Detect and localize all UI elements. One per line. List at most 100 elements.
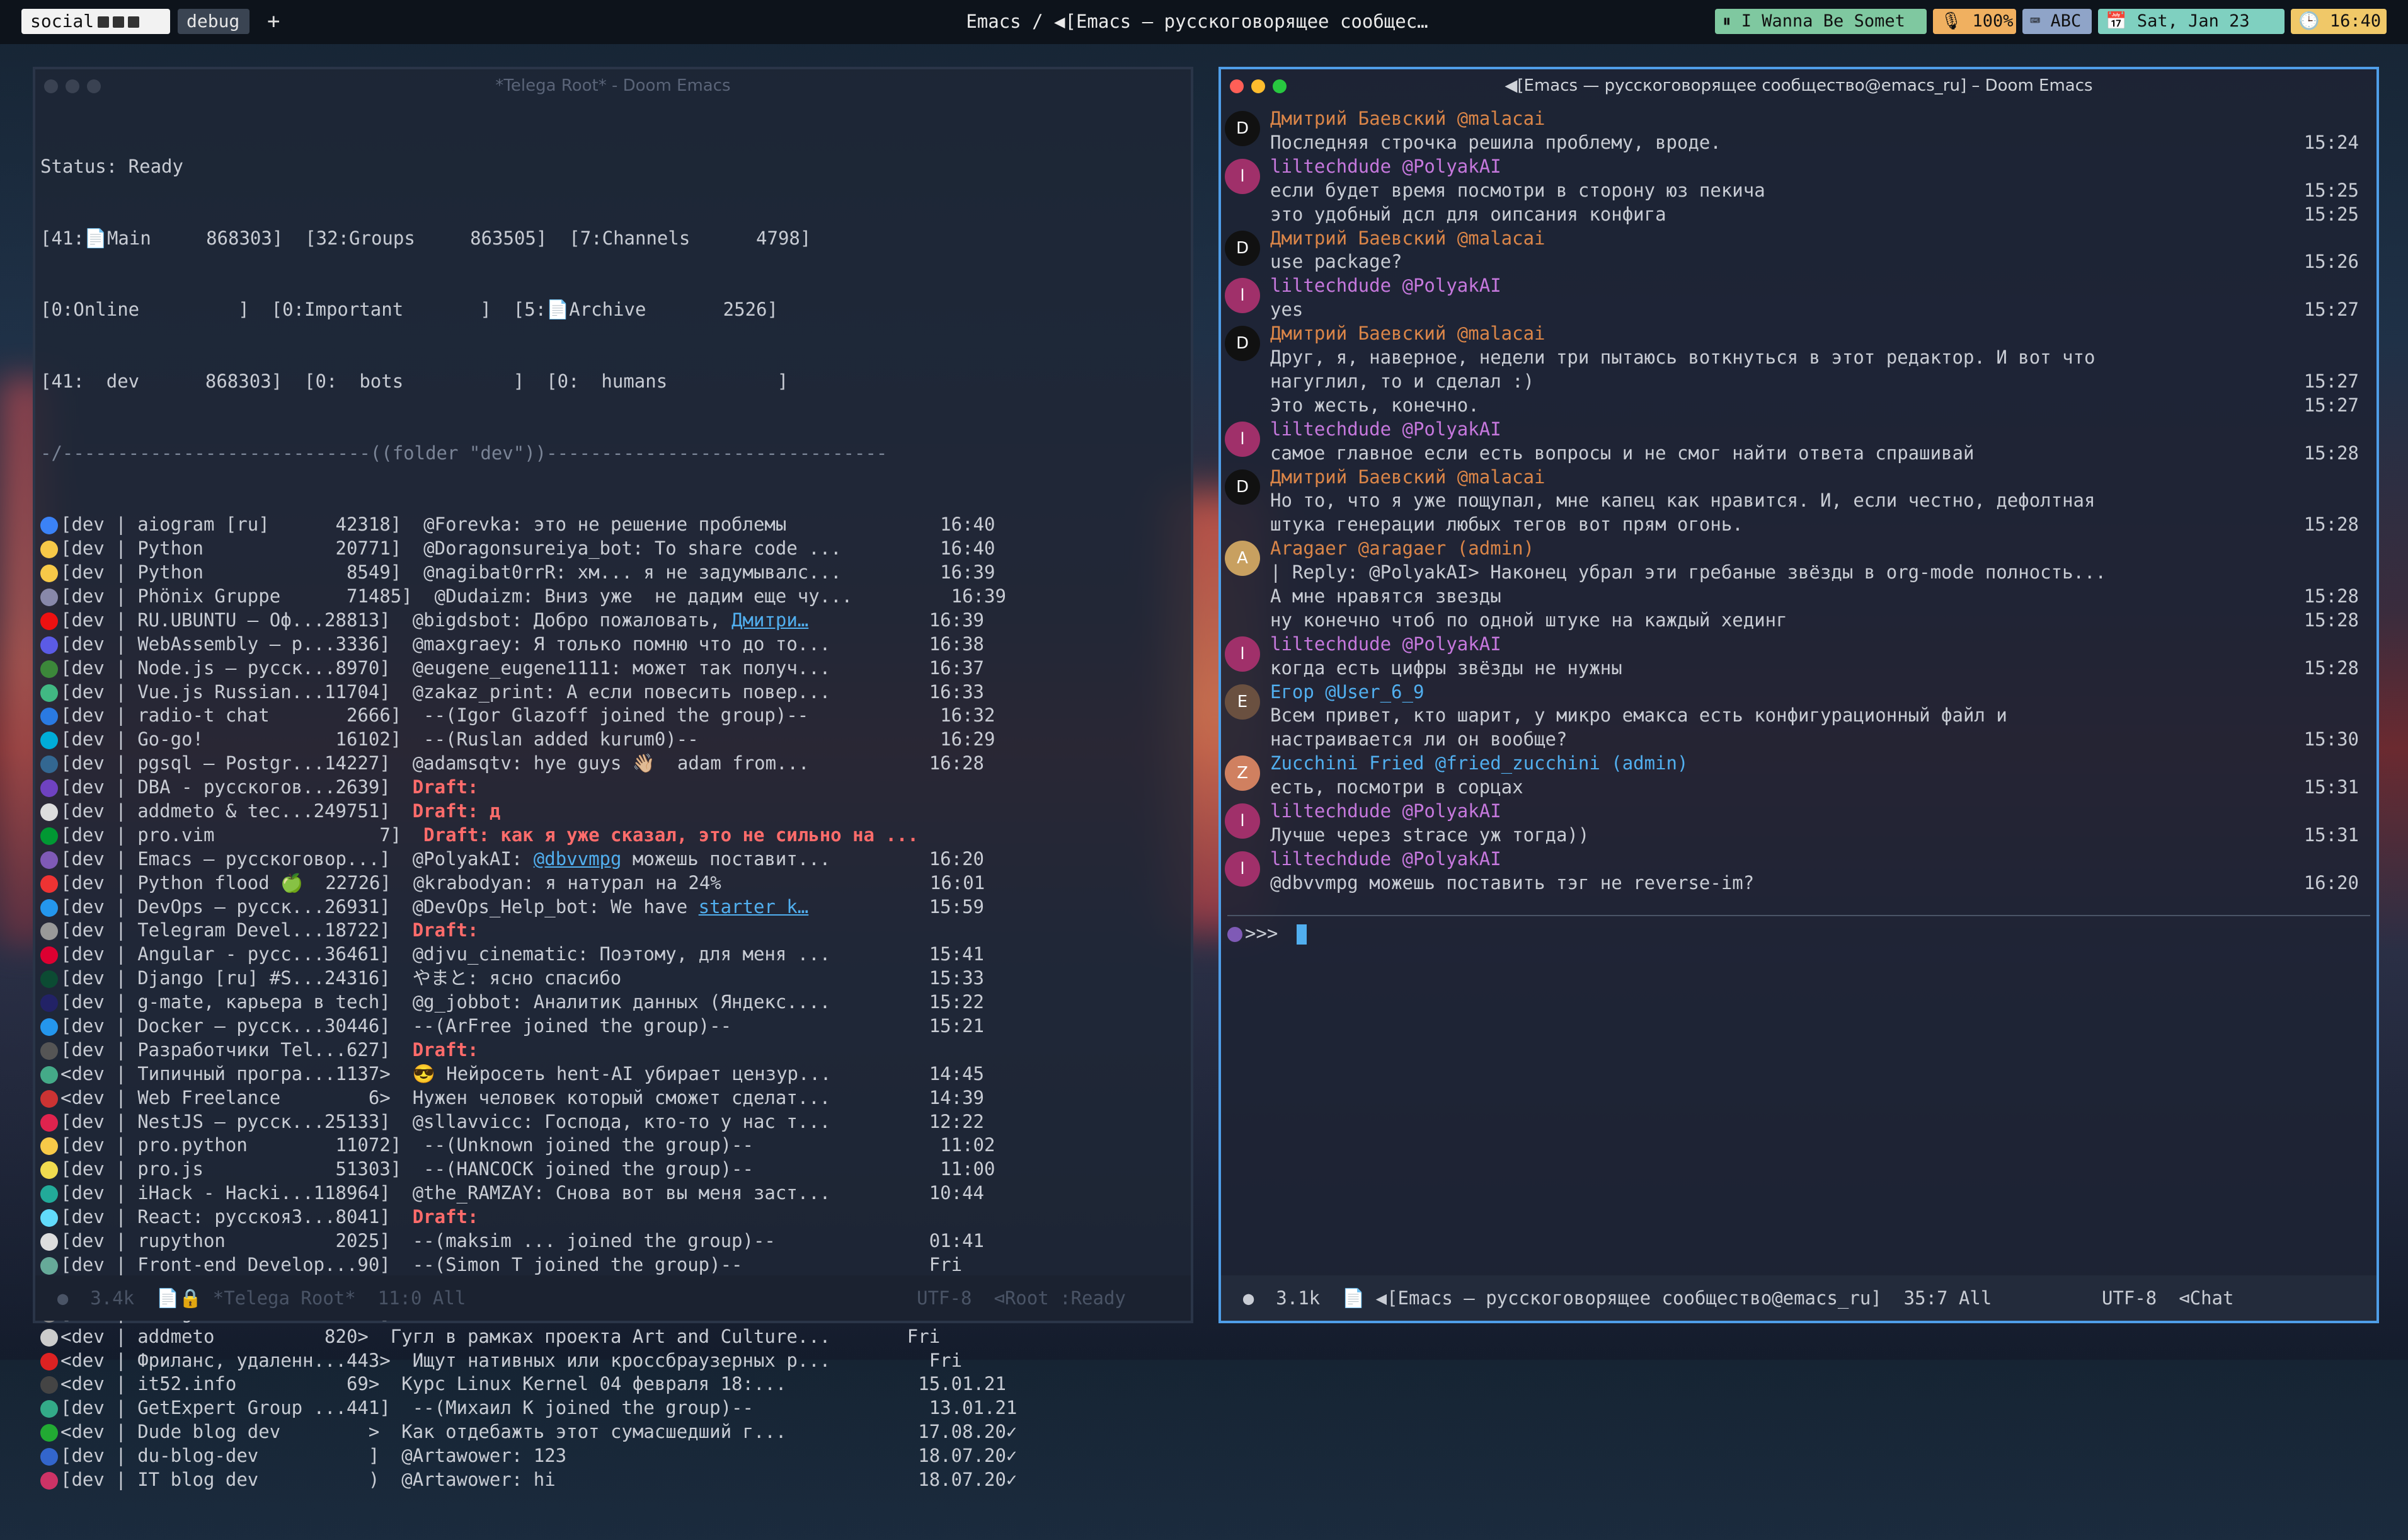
sender-name[interactable]: liltechdude @PolyakAI bbox=[1270, 800, 2365, 824]
chat-list-item[interactable]: [dev | addmeto & tec...249751] Draft: д bbox=[40, 800, 1186, 824]
sender-name[interactable]: liltechdude @PolyakAI bbox=[1270, 155, 2365, 179]
chat-list-item[interactable]: [dev | Python 20771] @Doragonsureiya_bot… bbox=[40, 537, 1186, 561]
chat-list-item[interactable]: [dev | DevOps — русск...26931] @DevOps_H… bbox=[40, 895, 1186, 919]
chat-message[interactable]: E Егор @User_6_9 Всем привет, кто шарит, у… bbox=[1221, 681, 2376, 752]
maximize-button[interactable] bbox=[1273, 79, 1287, 93]
chat-list-item[interactable]: [dev | Django [ru] #S...24316] やまと: ясно… bbox=[40, 967, 1186, 991]
chat-list-item[interactable]: <dev | Фриланс, удаленн...443> Ищут нати… bbox=[40, 1349, 1186, 1373]
chat-message[interactable]: l liltechdude @PolyakAI Лучше через strace… bbox=[1221, 800, 2376, 848]
close-button[interactable] bbox=[1230, 79, 1244, 93]
sender-name[interactable]: Дмитрий Баевский @malacai bbox=[1270, 227, 2365, 251]
minimize-button[interactable] bbox=[66, 79, 79, 93]
chat-list-item[interactable]: [dev | Phönix Gruppe 71485] @Dudaizm: Вн… bbox=[40, 585, 1186, 609]
chat-list-item[interactable]: [dev | Node.js — русск...8970] @eugene_e… bbox=[40, 657, 1186, 681]
message-link[interactable]: starter k… bbox=[699, 896, 809, 917]
sender-avatar[interactable]: A bbox=[1225, 541, 1260, 577]
message-link[interactable]: Дмитри… bbox=[731, 609, 808, 631]
minimize-button[interactable] bbox=[1251, 79, 1265, 93]
sender-name[interactable]: liltechdude @PolyakAI bbox=[1270, 274, 2365, 298]
close-button[interactable] bbox=[44, 79, 58, 93]
sender-name[interactable]: Aragaer @aragaer (admin) bbox=[1270, 537, 2365, 561]
sender-avatar[interactable]: D bbox=[1225, 230, 1260, 266]
sender-name[interactable]: Егор @User_6_9 bbox=[1270, 681, 2365, 704]
sender-avatar[interactable]: Z bbox=[1225, 756, 1260, 791]
sender-avatar[interactable]: D bbox=[1225, 326, 1260, 362]
chat-message[interactable]: D Дмитрий Баевский @malacai Но то, что я у… bbox=[1221, 466, 2376, 537]
folder-filter-row[interactable]: [41:📄Main 868303] [32:Groups 863505] [7:… bbox=[40, 227, 1186, 251]
sender-avatar[interactable]: E bbox=[1225, 684, 1260, 720]
emacs-chat-window[interactable]: ◀[Emacs — русскоговорящее сообщество@ema… bbox=[1218, 67, 2379, 1323]
sender-avatar[interactable]: l bbox=[1225, 278, 1260, 314]
chat-list-item[interactable]: [dev | pgsql – Postgr...14227] @adamsqtv… bbox=[40, 752, 1186, 776]
chat-list-item[interactable]: [dev | React: русскоя3...8041] Draft: bbox=[40, 1205, 1186, 1229]
date-widget[interactable]: 📅 Sat, Jan 23 bbox=[2098, 9, 2285, 34]
chat-message[interactable]: l liltechdude @PolyakAI @dbvvmpg можешь по… bbox=[1221, 848, 2376, 895]
keyboard-layout-widget[interactable]: ⌨ ABC bbox=[2022, 9, 2092, 34]
chat-list-item[interactable]: [dev | NestJS – русск...25133] @sllavvic… bbox=[40, 1110, 1186, 1134]
chat-list-item[interactable]: <dev | Web Freelance 6> Нужен человек ко… bbox=[40, 1086, 1186, 1110]
chat-list-item[interactable]: [dev | WebAssembly – р...3336] @maxgraey… bbox=[40, 633, 1186, 657]
folder-filter-row[interactable]: [41: dev 868303] [0: bots ] [0: humans ] bbox=[40, 370, 1186, 394]
sender-avatar[interactable]: l bbox=[1225, 803, 1260, 839]
sender-name[interactable]: Zucchini Fried @fried_zucchini (admin) bbox=[1270, 752, 2365, 776]
chat-list-item[interactable]: [dev | Angular - русс...36461] @djvu_cin… bbox=[40, 943, 1186, 967]
chat-list-item[interactable]: [dev | radio-t chat 2666] --(Igor Glazof… bbox=[40, 704, 1186, 728]
sender-name[interactable]: Дмитрий Баевский @malacai bbox=[1270, 322, 2365, 346]
chat-list-item[interactable]: <dev | Dude blog dev > Как отдебажть это… bbox=[40, 1420, 1186, 1444]
chat-list-item[interactable]: [dev | Front-end Develop...90] --(Simon … bbox=[40, 1253, 1186, 1277]
chat-list-item[interactable]: [dev | Telegram Devel...18722] Draft: bbox=[40, 919, 1186, 943]
chat-message[interactable]: l liltechdude @PolyakAI yes 15:27 bbox=[1221, 274, 2376, 322]
sender-name[interactable]: Дмитрий Баевский @malacai bbox=[1270, 466, 2365, 490]
chat-message[interactable]: l liltechdude @PolyakAI самое главное если… bbox=[1221, 418, 2376, 466]
chat-list-item[interactable]: [dev | aiogram [ru] 42318] @Forevka: это… bbox=[40, 513, 1186, 537]
chat-list-item[interactable]: [dev | Python 8549] @nagibat0rrR: хм... … bbox=[40, 561, 1186, 585]
add-workspace-button[interactable]: + bbox=[258, 9, 284, 34]
chat-list-item[interactable]: [dev | pro.js 51303] --(HANCOCK joined t… bbox=[40, 1158, 1186, 1181]
chat-list-item[interactable]: [dev | rupython 2025] --(maksim ... join… bbox=[40, 1229, 1186, 1253]
chat-message[interactable]: D Дмитрий Баевский @malacai Последняя стро… bbox=[1221, 107, 2376, 155]
workspace-debug[interactable]: debug bbox=[178, 9, 249, 34]
chat-list-item[interactable]: [dev | Разработчики Tel...627] Draft: bbox=[40, 1038, 1186, 1062]
sender-avatar[interactable]: l bbox=[1225, 158, 1260, 194]
message-link[interactable]: @dbvvmpg bbox=[534, 848, 622, 870]
chat-list-item[interactable]: [dev | pro.python 11072] --(Unknown join… bbox=[40, 1134, 1186, 1158]
chat-list-item[interactable]: [dev | Python flood 🍏 22726] @krabodyan:… bbox=[40, 871, 1186, 895]
chat-list-item[interactable]: <dev | addmeto 820> Гугл в рамках проект… bbox=[40, 1325, 1186, 1349]
chat-list-item[interactable]: [dev | Docker — русск...30446] --(ArFree… bbox=[40, 1014, 1186, 1038]
chat-list-item[interactable]: <dev | it52.info 69> Курс Linux Kernel 0… bbox=[40, 1372, 1186, 1396]
chat-list-item[interactable]: <dev | Типичный програ...1137> 😎 Нейросе… bbox=[40, 1062, 1186, 1086]
chat-message[interactable]: l liltechdude @PolyakAI когда есть цифры з… bbox=[1221, 633, 2376, 681]
music-widget[interactable]: ⏸ I Wanna Be Somet bbox=[1715, 9, 1927, 34]
volume-widget[interactable]: 🎙 100% bbox=[1933, 9, 2016, 34]
sender-avatar[interactable]: l bbox=[1225, 421, 1260, 457]
telega-root-window[interactable]: *Telega Root* - Doom Emacs Status: Ready… bbox=[33, 67, 1193, 1490]
message-input[interactable] bbox=[1227, 917, 2370, 1263]
workspace-social[interactable]: social bbox=[21, 9, 170, 34]
sender-name[interactable]: liltechdude @PolyakAI bbox=[1270, 633, 2365, 657]
chat-list-item[interactable]: [dev | Emacs — русскоговор...] @PolyakAI… bbox=[40, 848, 1186, 871]
chat-list-item[interactable]: [dev | RU.UBUNTU — Оф...28813] @bigdsbot… bbox=[40, 609, 1186, 633]
sender-avatar[interactable]: D bbox=[1225, 469, 1260, 505]
chat-list-item[interactable]: [dev | g-mate, карьера в tech] @g_jobbot… bbox=[40, 991, 1186, 1014]
chat-message[interactable]: D Дмитрий Баевский @malacai use package? 15… bbox=[1221, 227, 2376, 275]
chat-message[interactable]: A Aragaer @aragaer (admin) | Reply: @Polya… bbox=[1221, 537, 2376, 633]
sender-name[interactable]: liltechdude @PolyakAI bbox=[1270, 848, 2365, 871]
sender-avatar[interactable]: l bbox=[1225, 851, 1260, 887]
chat-list-item[interactable]: [dev | du-blog-dev ] @Artawower: 123 18.0… bbox=[40, 1444, 1186, 1468]
chat-message[interactable]: l liltechdude @PolyakAI если будет время п… bbox=[1221, 155, 2376, 227]
chat-list-item[interactable]: [dev | iHack - Hacki...118964] @the_RAMZ… bbox=[40, 1181, 1186, 1205]
chat-list-item[interactable]: [dev | IT blog dev ) @Artawower: hi 18.07… bbox=[40, 1468, 1186, 1492]
chat-message[interactable]: Z Zucchini Fried @fried_zucchini (admin) е… bbox=[1221, 752, 2376, 800]
folder-filter-row[interactable]: [0:Online ] [0:Important ] [5:📄Archive 2… bbox=[40, 298, 1186, 322]
sender-avatar[interactable]: D bbox=[1225, 111, 1260, 146]
chat-list-item[interactable]: [dev | GetExpert Group ...441] --(Михаил… bbox=[40, 1396, 1186, 1420]
chat-message[interactable]: D Дмитрий Баевский @malacai Друг, я, навер… bbox=[1221, 322, 2376, 418]
maximize-button[interactable] bbox=[87, 79, 101, 93]
chat-list-item[interactable]: [dev | DBA - русскогов...2639] Draft: bbox=[40, 776, 1186, 800]
chat-list-item[interactable]: [dev | Vue.js Russian...11704] @zakaz_pr… bbox=[40, 681, 1186, 704]
chat-list-item[interactable]: [dev | pro.vim 7] Draft: как я уже сказа… bbox=[40, 824, 1186, 848]
sender-avatar[interactable]: l bbox=[1225, 636, 1260, 672]
chat-list-item[interactable]: [dev | Go-go! 16102] --(Ruslan added kur… bbox=[40, 728, 1186, 752]
sender-name[interactable]: Дмитрий Баевский @malacai bbox=[1270, 107, 2365, 131]
sender-name[interactable]: liltechdude @PolyakAI bbox=[1270, 418, 2365, 442]
